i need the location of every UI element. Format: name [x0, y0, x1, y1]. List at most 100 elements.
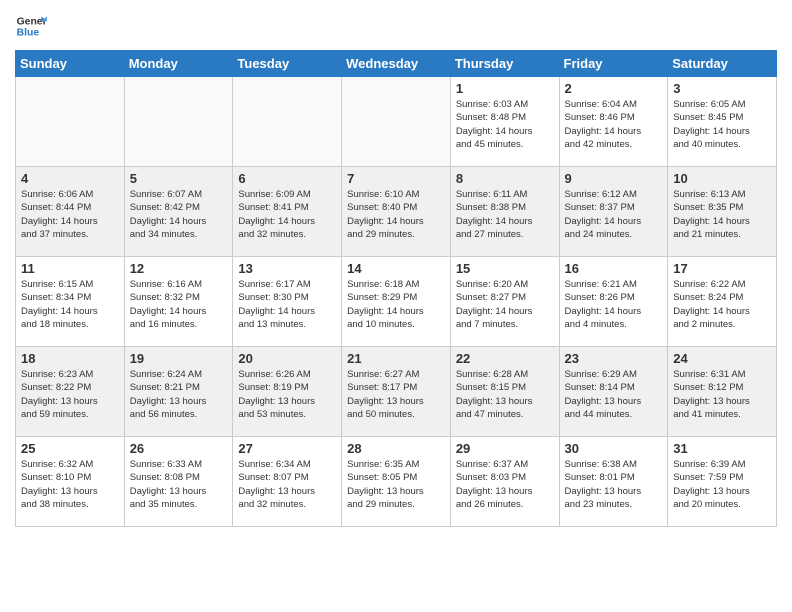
calendar-header-row: SundayMondayTuesdayWednesdayThursdayFrid… [16, 51, 777, 77]
calendar-cell: 5 Sunrise: 6:07 AM Sunset: 8:42 PM Daylig… [124, 167, 233, 257]
day-detail: Sunrise: 6:21 AM Sunset: 8:26 PM Dayligh… [565, 278, 663, 331]
day-detail: Sunrise: 6:16 AM Sunset: 8:32 PM Dayligh… [130, 278, 228, 331]
calendar-cell: 8 Sunrise: 6:11 AM Sunset: 8:38 PM Daylig… [450, 167, 559, 257]
calendar-cell: 23 Sunrise: 6:29 AM Sunset: 8:14 PM Dayli… [559, 347, 668, 437]
day-number: 23 [565, 351, 663, 366]
day-number: 29 [456, 441, 554, 456]
day-detail: Sunrise: 6:35 AM Sunset: 8:05 PM Dayligh… [347, 458, 445, 511]
calendar-cell: 19 Sunrise: 6:24 AM Sunset: 8:21 PM Dayli… [124, 347, 233, 437]
calendar-cell: 7 Sunrise: 6:10 AM Sunset: 8:40 PM Daylig… [342, 167, 451, 257]
calendar-cell: 2 Sunrise: 6:04 AM Sunset: 8:46 PM Daylig… [559, 77, 668, 167]
calendar-week-row: 4 Sunrise: 6:06 AM Sunset: 8:44 PM Daylig… [16, 167, 777, 257]
day-number: 28 [347, 441, 445, 456]
day-number: 20 [238, 351, 336, 366]
day-number: 30 [565, 441, 663, 456]
calendar-cell: 26 Sunrise: 6:33 AM Sunset: 8:08 PM Dayli… [124, 437, 233, 527]
calendar-cell: 28 Sunrise: 6:35 AM Sunset: 8:05 PM Dayli… [342, 437, 451, 527]
day-detail: Sunrise: 6:37 AM Sunset: 8:03 PM Dayligh… [456, 458, 554, 511]
calendar-cell: 6Sunrise: 6:09 AM Sunset: 8:41 PM Daylig… [233, 167, 342, 257]
day-of-week-header: Monday [124, 51, 233, 77]
day-detail: Sunrise: 6:24 AM Sunset: 8:21 PM Dayligh… [130, 368, 228, 421]
day-detail: Sunrise: 6:39 AM Sunset: 7:59 PM Dayligh… [673, 458, 771, 511]
day-detail: Sunrise: 6:38 AM Sunset: 8:01 PM Dayligh… [565, 458, 663, 511]
calendar-cell [342, 77, 451, 167]
svg-text:Blue: Blue [17, 28, 40, 39]
calendar-week-row: 18 Sunrise: 6:23 AM Sunset: 8:22 PM Dayli… [16, 347, 777, 437]
day-detail: Sunrise: 6:04 AM Sunset: 8:46 PM Dayligh… [565, 98, 663, 151]
calendar-week-row: 25Sunrise: 6:32 AM Sunset: 8:10 PM Dayli… [16, 437, 777, 527]
calendar-cell: 24 Sunrise: 6:31 AM Sunset: 8:12 PM Dayli… [668, 347, 777, 437]
calendar-cell: 16Sunrise: 6:21 AM Sunset: 8:26 PM Dayli… [559, 257, 668, 347]
day-number: 5 [130, 171, 228, 186]
calendar-cell: 14 Sunrise: 6:18 AM Sunset: 8:29 PM Dayli… [342, 257, 451, 347]
day-number: 4 [21, 171, 119, 186]
day-number: 3 [673, 81, 771, 96]
day-detail: Sunrise: 6:33 AM Sunset: 8:08 PM Dayligh… [130, 458, 228, 511]
day-detail: Sunrise: 6:05 AM Sunset: 8:45 PM Dayligh… [673, 98, 771, 151]
day-number: 17 [673, 261, 771, 276]
calendar-cell: 15 Sunrise: 6:20 AM Sunset: 8:27 PM Dayli… [450, 257, 559, 347]
calendar-cell: 17Sunrise: 6:22 AM Sunset: 8:24 PM Dayli… [668, 257, 777, 347]
calendar-cell: 13 Sunrise: 6:17 AM Sunset: 8:30 PM Dayli… [233, 257, 342, 347]
day-detail: Sunrise: 6:31 AM Sunset: 8:12 PM Dayligh… [673, 368, 771, 421]
day-number: 18 [21, 351, 119, 366]
calendar-cell: 20 Sunrise: 6:26 AM Sunset: 8:19 PM Dayli… [233, 347, 342, 437]
calendar-cell: 11Sunrise: 6:15 AM Sunset: 8:34 PM Dayli… [16, 257, 125, 347]
calendar-cell: 25Sunrise: 6:32 AM Sunset: 8:10 PM Dayli… [16, 437, 125, 527]
day-detail: Sunrise: 6:11 AM Sunset: 8:38 PM Dayligh… [456, 188, 554, 241]
day-number: 9 [565, 171, 663, 186]
calendar-cell [16, 77, 125, 167]
day-number: 2 [565, 81, 663, 96]
calendar-cell: 22 Sunrise: 6:28 AM Sunset: 8:15 PM Dayli… [450, 347, 559, 437]
day-of-week-header: Sunday [16, 51, 125, 77]
calendar-cell [124, 77, 233, 167]
day-detail: Sunrise: 6:12 AM Sunset: 8:37 PM Dayligh… [565, 188, 663, 241]
day-number: 19 [130, 351, 228, 366]
calendar-cell: 9 Sunrise: 6:12 AM Sunset: 8:37 PM Daylig… [559, 167, 668, 257]
day-of-week-header: Friday [559, 51, 668, 77]
calendar-table: SundayMondayTuesdayWednesdayThursdayFrid… [15, 50, 777, 527]
day-number: 7 [347, 171, 445, 186]
day-of-week-header: Thursday [450, 51, 559, 77]
calendar-cell: 4 Sunrise: 6:06 AM Sunset: 8:44 PM Daylig… [16, 167, 125, 257]
page-header: General Blue [15, 10, 777, 42]
day-number: 13 [238, 261, 336, 276]
day-number: 24 [673, 351, 771, 366]
day-number: 8 [456, 171, 554, 186]
day-number: 21 [347, 351, 445, 366]
calendar-cell: 18 Sunrise: 6:23 AM Sunset: 8:22 PM Dayli… [16, 347, 125, 437]
calendar-cell: 10Sunrise: 6:13 AM Sunset: 8:35 PM Dayli… [668, 167, 777, 257]
calendar-cell: 1 Sunrise: 6:03 AM Sunset: 8:48 PM Daylig… [450, 77, 559, 167]
day-of-week-header: Tuesday [233, 51, 342, 77]
day-detail: Sunrise: 6:03 AM Sunset: 8:48 PM Dayligh… [456, 98, 554, 151]
day-detail: Sunrise: 6:18 AM Sunset: 8:29 PM Dayligh… [347, 278, 445, 331]
day-number: 14 [347, 261, 445, 276]
day-detail: Sunrise: 6:23 AM Sunset: 8:22 PM Dayligh… [21, 368, 119, 421]
calendar-cell: 3 Sunrise: 6:05 AM Sunset: 8:45 PM Daylig… [668, 77, 777, 167]
day-number: 31 [673, 441, 771, 456]
day-number: 1 [456, 81, 554, 96]
calendar-cell: 31 Sunrise: 6:39 AM Sunset: 7:59 PM Dayli… [668, 437, 777, 527]
day-detail: Sunrise: 6:17 AM Sunset: 8:30 PM Dayligh… [238, 278, 336, 331]
day-of-week-header: Saturday [668, 51, 777, 77]
day-number: 26 [130, 441, 228, 456]
day-detail: Sunrise: 6:09 AM Sunset: 8:41 PM Dayligh… [238, 188, 336, 241]
day-number: 27 [238, 441, 336, 456]
day-number: 10 [673, 171, 771, 186]
day-detail: Sunrise: 6:10 AM Sunset: 8:40 PM Dayligh… [347, 188, 445, 241]
day-detail: Sunrise: 6:29 AM Sunset: 8:14 PM Dayligh… [565, 368, 663, 421]
calendar-cell: 30 Sunrise: 6:38 AM Sunset: 8:01 PM Dayli… [559, 437, 668, 527]
calendar-week-row: 11Sunrise: 6:15 AM Sunset: 8:34 PM Dayli… [16, 257, 777, 347]
day-detail: Sunrise: 6:28 AM Sunset: 8:15 PM Dayligh… [456, 368, 554, 421]
day-detail: Sunrise: 6:20 AM Sunset: 8:27 PM Dayligh… [456, 278, 554, 331]
day-detail: Sunrise: 6:34 AM Sunset: 8:07 PM Dayligh… [238, 458, 336, 511]
logo-icon: General Blue [15, 10, 47, 42]
day-detail: Sunrise: 6:15 AM Sunset: 8:34 PM Dayligh… [21, 278, 119, 331]
day-number: 22 [456, 351, 554, 366]
day-detail: Sunrise: 6:26 AM Sunset: 8:19 PM Dayligh… [238, 368, 336, 421]
calendar-cell: 27 Sunrise: 6:34 AM Sunset: 8:07 PM Dayli… [233, 437, 342, 527]
calendar-week-row: 1 Sunrise: 6:03 AM Sunset: 8:48 PM Daylig… [16, 77, 777, 167]
day-detail: Sunrise: 6:07 AM Sunset: 8:42 PM Dayligh… [130, 188, 228, 241]
day-number: 15 [456, 261, 554, 276]
day-detail: Sunrise: 6:06 AM Sunset: 8:44 PM Dayligh… [21, 188, 119, 241]
